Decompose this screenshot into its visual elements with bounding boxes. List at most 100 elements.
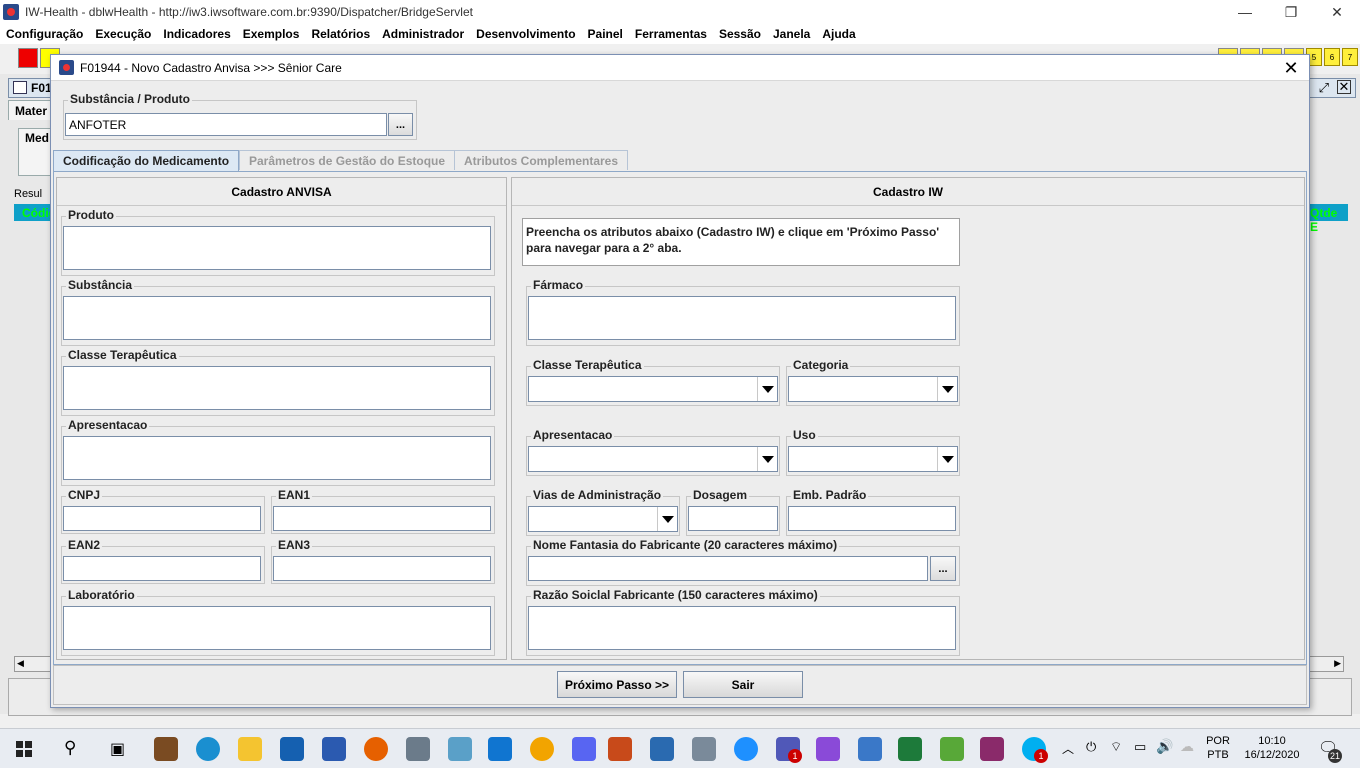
vias-label: Vias de Administração — [531, 488, 664, 502]
menu-relatorios[interactable]: Relatórios — [311, 27, 370, 41]
menu-painel[interactable]: Painel — [588, 27, 623, 41]
restore-icon[interactable]: ❐ — [1268, 0, 1314, 24]
clock[interactable]: 10:10 16/12/2020 — [1240, 734, 1304, 762]
classe-anvisa-field[interactable] — [63, 366, 491, 410]
laboratorio-label: Laboratório — [66, 588, 137, 602]
wifi-icon[interactable]: ⌔ — [1110, 739, 1122, 755]
tab-parametros[interactable]: Parâmetros de Gestão do Estoque — [239, 150, 456, 170]
winrar-icon[interactable] — [980, 737, 1004, 761]
ean1-field[interactable] — [273, 506, 491, 531]
emb-field[interactable] — [788, 506, 956, 531]
next-step-button[interactable]: Próximo Passo >> — [557, 671, 677, 698]
discord-icon[interactable] — [572, 737, 596, 761]
scroll-right-icon[interactable]: ▶ — [1334, 658, 1341, 669]
tab-atributos[interactable]: Atributos Complementares — [454, 150, 629, 170]
apresentacao-anvisa-field[interactable] — [63, 436, 491, 480]
classe-iw-label: Classe Terapêutica — [531, 358, 644, 372]
categoria-combo[interactable] — [788, 376, 958, 402]
visual-studio-icon[interactable] — [816, 737, 840, 761]
substance-input[interactable]: ANFOTER — [65, 113, 387, 136]
farmaco-label: Fármaco — [531, 278, 586, 292]
chevron-down-icon[interactable] — [657, 507, 677, 531]
browser-icon[interactable] — [530, 737, 554, 761]
menu-ajuda[interactable]: Ajuda — [822, 27, 855, 41]
task-view-icon[interactable]: ▣ — [110, 739, 125, 759]
cloud-icon[interactable]: ☁ — [1180, 738, 1194, 755]
nome-fantasia-lookup-button[interactable]: ... — [930, 556, 956, 581]
minimize-icon[interactable]: — — [1222, 0, 1268, 24]
background-result-label: Resul — [14, 188, 43, 200]
firefox-icon[interactable] — [364, 737, 388, 761]
internet-explorer-icon[interactable] — [734, 737, 758, 761]
dosagem-field[interactable] — [688, 506, 778, 531]
dialog-close-icon[interactable]: ✕ — [1281, 58, 1301, 78]
chevron-down-icon[interactable] — [757, 447, 777, 471]
razao-field[interactable] — [528, 606, 956, 650]
tab-panel: Cadastro ANVISA Produto Substância Class… — [53, 171, 1307, 665]
cnpj-field[interactable] — [63, 506, 261, 531]
monitor-icon[interactable] — [692, 737, 716, 761]
farmaco-field[interactable] — [528, 296, 956, 340]
outlook-icon[interactable] — [488, 737, 512, 761]
substance-label: Substância / Produto — [68, 92, 193, 106]
classe-iw-combo[interactable] — [528, 376, 778, 402]
tab-codificacao[interactable]: Codificação do Medicamento — [53, 150, 240, 171]
exit-button[interactable]: Sair — [683, 671, 803, 698]
word-icon[interactable] — [322, 737, 346, 761]
substance-value: ANFOTER — [69, 117, 127, 132]
photos-icon[interactable] — [650, 737, 674, 761]
scroll-left-icon[interactable]: ◀ — [17, 658, 24, 669]
menu-administrador[interactable]: Administrador — [382, 27, 464, 41]
store-icon[interactable] — [154, 737, 178, 761]
maximize-icon[interactable]: ⤢ — [1319, 80, 1329, 96]
menu-execucao[interactable]: Execução — [95, 27, 151, 41]
substancia-field[interactable] — [63, 296, 491, 340]
battery-icon[interactable]: ▭ — [1134, 739, 1146, 755]
apresentacao-anvisa-label: Apresentacao — [66, 418, 150, 432]
vias-combo[interactable] — [528, 506, 678, 532]
tray-app-icon[interactable]: ⏻ — [1086, 739, 1096, 755]
menu-exemplos[interactable]: Exemplos — [243, 27, 300, 41]
chevron-down-icon[interactable] — [937, 447, 957, 471]
clock-date: 16/12/2020 — [1244, 749, 1300, 761]
menu-ferramentas[interactable]: Ferramentas — [635, 27, 707, 41]
laboratorio-field[interactable] — [63, 606, 491, 650]
frame-close-icon[interactable]: ✕ — [1337, 79, 1351, 94]
app-icon-generic[interactable] — [406, 737, 430, 761]
windows-start-icon[interactable] — [16, 741, 32, 757]
close-icon[interactable]: ✕ — [1314, 0, 1360, 24]
background-tab[interactable]: Mater — [8, 100, 52, 120]
java-icon[interactable] — [608, 737, 632, 761]
volume-icon[interactable]: 🔊 — [1156, 738, 1173, 755]
chevron-down-icon[interactable] — [757, 377, 777, 401]
uso-combo[interactable] — [788, 446, 958, 472]
menu-sessao[interactable]: Sessão — [719, 27, 761, 41]
chevron-down-icon[interactable] — [937, 377, 957, 401]
excel-icon[interactable] — [898, 737, 922, 761]
edge-icon[interactable] — [196, 737, 220, 761]
menu-desenvolvimento[interactable]: Desenvolvimento — [476, 27, 575, 41]
toolbar-number-7[interactable]: 7 — [1342, 48, 1358, 66]
ean2-field[interactable] — [63, 556, 261, 581]
language-top: POR — [1206, 735, 1230, 747]
language-indicator[interactable]: POR PTB — [1202, 734, 1234, 762]
menu-janela[interactable]: Janela — [773, 27, 810, 41]
search-icon[interactable]: ⚲ — [64, 738, 76, 758]
toolbar-number-6[interactable]: 6 — [1324, 48, 1340, 66]
apresentacao-iw-combo[interactable] — [528, 446, 778, 472]
substance-lookup-button[interactable]: ... — [388, 113, 413, 136]
app-icon-generic[interactable] — [448, 737, 472, 761]
tray-chevron-up-icon[interactable]: ︿ — [1062, 740, 1074, 757]
iw-section: Cadastro IW Preencha os atributos abaixo… — [511, 177, 1305, 660]
ean3-field[interactable] — [273, 556, 491, 581]
red-tool-icon[interactable] — [18, 48, 38, 68]
file-explorer-icon[interactable] — [238, 737, 262, 761]
background-frame-title-text: F01 — [31, 81, 52, 95]
menu-indicadores[interactable]: Indicadores — [163, 27, 230, 41]
menu-configuracao[interactable]: Configuração — [6, 27, 83, 41]
virtualbox-icon[interactable] — [858, 737, 882, 761]
produto-field[interactable] — [63, 226, 491, 270]
notepad-icon[interactable] — [940, 737, 964, 761]
mail-icon[interactable] — [280, 737, 304, 761]
nome-fantasia-field[interactable] — [528, 556, 928, 581]
